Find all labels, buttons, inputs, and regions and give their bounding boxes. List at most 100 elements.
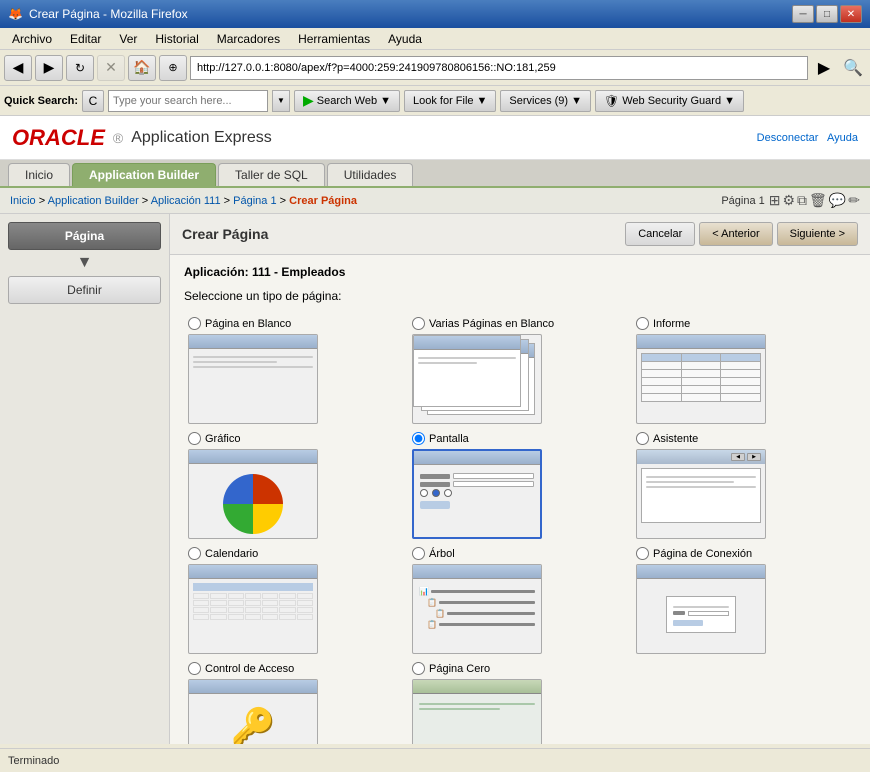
- menu-herramientas[interactable]: Herramientas: [290, 30, 378, 48]
- menu-historial[interactable]: Historial: [147, 30, 206, 48]
- tab-taller-sql[interactable]: Taller de SQL: [218, 163, 325, 186]
- settings-icon: ⚙: [782, 192, 795, 209]
- forward-button[interactable]: ▶: [35, 55, 63, 81]
- breadcrumb-app-builder[interactable]: Application Builder: [48, 195, 139, 207]
- pagina-text: Página 1: [721, 195, 764, 207]
- content-header: Crear Página Cancelar < Anterior Siguien…: [170, 214, 870, 255]
- thumbnail-access[interactable]: 🔑: [188, 679, 318, 744]
- radio-input-login[interactable]: [636, 547, 649, 560]
- copy-icon: ⧉: [797, 192, 807, 209]
- definir-button[interactable]: Definir: [8, 276, 161, 304]
- thumb-header-blank: [189, 335, 317, 349]
- page-type-wizard: Asistente ◀ ▶: [636, 432, 852, 539]
- radio-input-form[interactable]: [412, 432, 425, 445]
- thumbnail-chart[interactable]: [188, 449, 318, 539]
- radio-input-wizard[interactable]: [636, 432, 649, 445]
- pagina-button[interactable]: Página: [8, 222, 161, 250]
- breadcrumb-aplicacion[interactable]: Aplicación 111: [151, 195, 221, 207]
- shield-icon: 🛡: [604, 94, 619, 108]
- thumbnail-blank[interactable]: [188, 334, 318, 424]
- look-for-file-label: Look for File: [413, 95, 474, 107]
- label-multi: Varias Páginas en Blanco: [429, 318, 554, 330]
- radio-form[interactable]: Pantalla: [412, 432, 469, 445]
- radio-calendar[interactable]: Calendario: [188, 547, 258, 560]
- search-icon-box[interactable]: C: [82, 90, 104, 112]
- menu-ver[interactable]: Ver: [111, 30, 145, 48]
- thumbnail-multi[interactable]: [412, 334, 542, 424]
- search-dropdown-button[interactable]: ▼: [272, 90, 290, 112]
- radio-tree[interactable]: Árbol: [412, 547, 455, 560]
- radio-blank[interactable]: Página en Blanco: [188, 317, 291, 330]
- radio-chart[interactable]: Gráfico: [188, 432, 240, 445]
- disconnect-link[interactable]: Desconectar: [757, 132, 819, 144]
- thumbnail-calendar[interactable]: [188, 564, 318, 654]
- oracle-header: ORACLE ® Application Express Desconectar…: [0, 116, 870, 160]
- maximize-button[interactable]: □: [816, 5, 838, 23]
- thumbnail-report[interactable]: [636, 334, 766, 424]
- radio-input-blank[interactable]: [188, 317, 201, 330]
- label-zero: Página Cero: [429, 663, 490, 675]
- menu-ayuda[interactable]: Ayuda: [380, 30, 430, 48]
- menu-archivo[interactable]: Archivo: [4, 30, 60, 48]
- breadcrumb-pagina1[interactable]: Página 1: [233, 195, 276, 207]
- next-button[interactable]: Siguiente >: [777, 222, 858, 246]
- tab-inicio[interactable]: Inicio: [8, 163, 70, 186]
- dropdown-icon3: ▼: [571, 95, 582, 107]
- radio-input-access[interactable]: [188, 662, 201, 675]
- security-button[interactable]: 🛡 Web Security Guard ▼: [595, 90, 744, 112]
- minimize-button[interactable]: ─: [792, 5, 814, 23]
- radio-input-tree[interactable]: [412, 547, 425, 560]
- help-link[interactable]: Ayuda: [827, 132, 858, 144]
- thumbnail-form[interactable]: [412, 449, 542, 539]
- label-login: Página de Conexión: [653, 548, 752, 560]
- prev-button[interactable]: < Anterior: [699, 222, 772, 246]
- app-express-text: Application Express: [131, 129, 272, 147]
- search-icon[interactable]: 🔍: [840, 55, 866, 81]
- stop-button[interactable]: ✕: [97, 55, 125, 81]
- menu-marcadores[interactable]: Marcadores: [209, 30, 288, 48]
- oracle-text: ORACLE: [12, 125, 105, 151]
- edit-icon: ✏: [848, 192, 860, 209]
- look-for-file-button[interactable]: Look for File ▼: [404, 90, 496, 112]
- logo-separator: ®: [113, 130, 123, 146]
- tab-utilidades[interactable]: Utilidades: [327, 163, 414, 186]
- oracle-links: Desconectar Ayuda: [757, 132, 858, 144]
- services-label: Services (9): [509, 95, 568, 107]
- tab-application-builder[interactable]: Application Builder: [72, 163, 216, 186]
- breadcrumb-inicio[interactable]: Inicio: [10, 195, 36, 207]
- close-button[interactable]: ✕: [840, 5, 862, 23]
- radio-report[interactable]: Informe: [636, 317, 690, 330]
- menu-editar[interactable]: Editar: [62, 30, 109, 48]
- radio-access[interactable]: Control de Acceso: [188, 662, 294, 675]
- home-button[interactable]: 🏠: [128, 55, 156, 81]
- radio-wizard[interactable]: Asistente: [636, 432, 698, 445]
- pagina-icons: ⊞ ⚙ ⧉ 🗑 💬 ✏: [769, 192, 860, 209]
- security-label: Web Security Guard: [622, 95, 721, 107]
- window-title-bar: 🦊 Crear Página - Mozilla Firefox ─ □ ✕: [0, 0, 870, 28]
- add-bookmark-button[interactable]: ⊕: [159, 55, 187, 81]
- go-button[interactable]: ▶: [811, 55, 837, 81]
- search-web-button[interactable]: ▶ Search Web ▼: [294, 90, 400, 112]
- radio-login[interactable]: Página de Conexión: [636, 547, 752, 560]
- radio-input-zero[interactable]: [412, 662, 425, 675]
- search-input[interactable]: [108, 90, 268, 112]
- thumbnail-wizard[interactable]: ◀ ▶: [636, 449, 766, 539]
- thumbnail-login[interactable]: [636, 564, 766, 654]
- radio-input-calendar[interactable]: [188, 547, 201, 560]
- radio-input-report[interactable]: [636, 317, 649, 330]
- cancel-button[interactable]: Cancelar: [625, 222, 695, 246]
- services-button[interactable]: Services (9) ▼: [500, 90, 591, 112]
- radio-multi[interactable]: Varias Páginas en Blanco: [412, 317, 554, 330]
- thumbnail-zero[interactable]: [412, 679, 542, 744]
- status-bar: Terminado: [0, 748, 870, 772]
- page-type-calendar: Calendario: [188, 547, 404, 654]
- radio-input-chart[interactable]: [188, 432, 201, 445]
- radio-input-multi[interactable]: [412, 317, 425, 330]
- address-bar[interactable]: [190, 56, 808, 80]
- label-form: Pantalla: [429, 433, 469, 445]
- firefox-icon: 🦊: [8, 7, 23, 21]
- radio-zero[interactable]: Página Cero: [412, 662, 490, 675]
- back-button[interactable]: ◀: [4, 55, 32, 81]
- reload-button[interactable]: ↻: [66, 55, 94, 81]
- thumbnail-tree[interactable]: 📊 📋 📋 📋: [412, 564, 542, 654]
